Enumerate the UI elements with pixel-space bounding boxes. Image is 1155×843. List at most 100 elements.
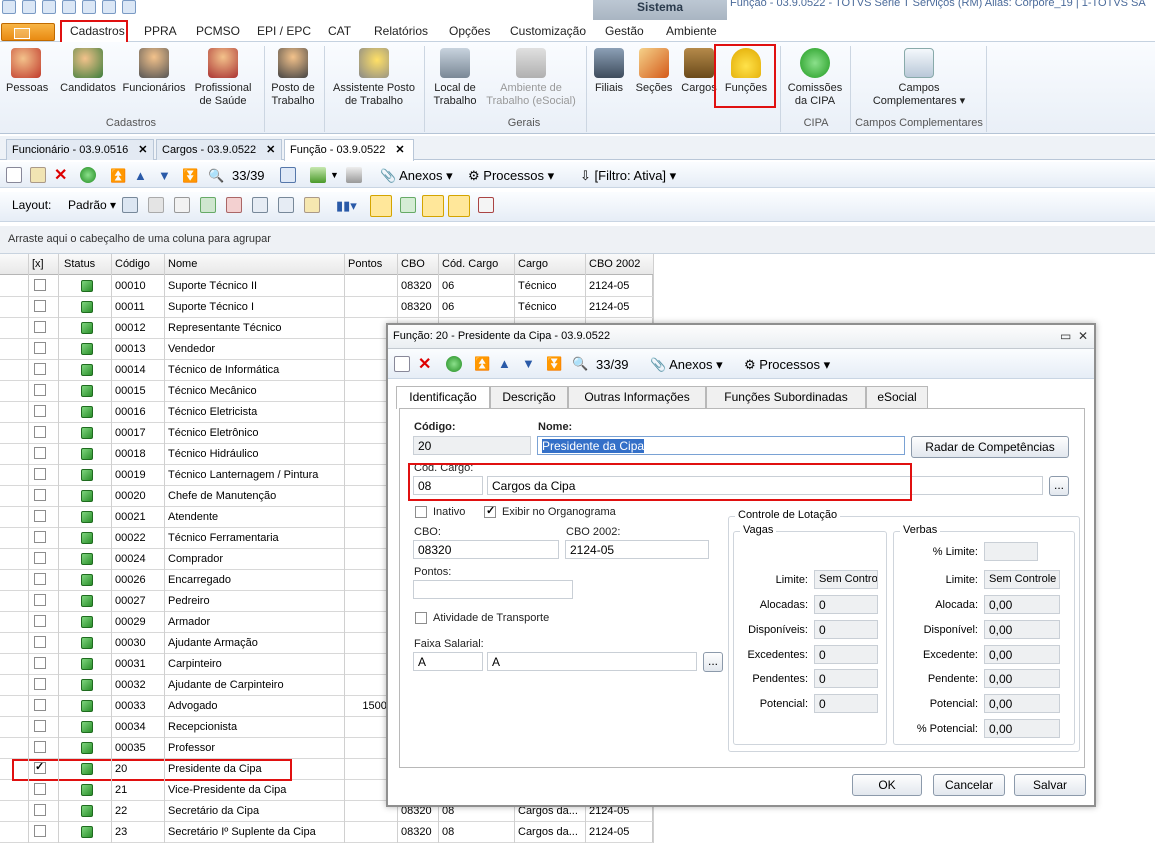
row-checkbox[interactable] [34, 699, 46, 711]
row-checkbox[interactable] [34, 678, 46, 690]
row-checkbox[interactable] [34, 447, 46, 459]
pessoas-button[interactable]: Pessoas [6, 48, 48, 95]
delete-icon[interactable]: ✕ [418, 354, 431, 374]
tab-funcoes-subordinadas[interactable]: Funções Subordinadas [706, 386, 866, 408]
radar-competencias-button[interactable]: Radar de Competências [911, 436, 1069, 458]
filiais-button[interactable]: Filiais [592, 48, 626, 95]
first-record-icon[interactable]: ⏫ [474, 356, 490, 372]
funcionarios-button[interactable]: Funcionários [122, 48, 186, 95]
ok-button[interactable]: OK [852, 774, 922, 796]
grid-icon[interactable] [252, 197, 268, 213]
next-record-icon[interactable]: ▼ [522, 356, 535, 371]
col-header-cod-cargo[interactable]: Cód. Cargo [442, 258, 498, 270]
row-checkbox[interactable] [34, 510, 46, 522]
row-checkbox[interactable] [34, 489, 46, 501]
faixa-salarial-name[interactable]: A [487, 652, 697, 671]
col-header-pontos[interactable]: Pontos [348, 258, 382, 270]
chevron-down-icon[interactable]: ▼ [330, 170, 339, 180]
campos-complementares-button[interactable]: Campos Complementares ▾ [864, 48, 974, 108]
row-checkbox[interactable] [34, 804, 46, 816]
tab-relatorios[interactable]: Relatórios [374, 24, 428, 38]
cbo2002-field[interactable]: 2124-05 [565, 540, 709, 559]
col-header-nome[interactable]: Nome [168, 258, 197, 270]
doc-tab-cargos[interactable]: Cargos - 03.9.0522 ✕ [156, 139, 282, 160]
users-icon[interactable] [82, 0, 96, 14]
local-trabalho-button[interactable]: Local de Trabalho [428, 48, 482, 108]
filter-menu[interactable]: ⇩ [Filtro: Ativa] ▾ [580, 168, 676, 184]
anexos-menu[interactable]: 📎 Anexos ▾ [380, 168, 453, 184]
close-icon[interactable]: ✕ [138, 144, 147, 156]
save-layout-icon[interactable] [122, 197, 138, 213]
row-checkbox[interactable] [34, 321, 46, 333]
close-icon[interactable]: ✕ [395, 144, 404, 156]
processos-menu[interactable]: ⚙ Processos ▾ [468, 168, 554, 184]
nome-field[interactable]: Presidente da Cipa [537, 436, 905, 455]
close-icon[interactable]: ✕ [266, 144, 275, 156]
row-checkbox[interactable] [34, 405, 46, 417]
exibir-organograma-checkbox[interactable] [484, 504, 496, 518]
cargo-lookup-button[interactable]: ... [1049, 476, 1069, 496]
view-list-icon[interactable] [370, 195, 392, 217]
doc-tab-funcionario[interactable]: Funcionário - 03.9.0516 ✕ [6, 139, 154, 160]
form-icon[interactable] [278, 197, 294, 213]
tab-outras-informacoes[interactable]: Outras Informações [568, 386, 706, 408]
row-checkbox[interactable] [34, 825, 46, 837]
next-record-icon[interactable]: ▼ [158, 168, 171, 183]
tab-epi-epc[interactable]: EPI / EPC [257, 24, 311, 38]
atividade-transporte-checkbox[interactable] [415, 612, 427, 624]
row-checkbox[interactable] [34, 636, 46, 648]
prev-record-icon[interactable]: ▲ [134, 168, 147, 183]
row-checkbox[interactable] [34, 720, 46, 732]
execute-icon[interactable] [310, 167, 326, 183]
row-checkbox[interactable] [34, 657, 46, 669]
profissional-saude-button[interactable]: Profissional de Saúde [192, 48, 254, 108]
secoes-button[interactable]: Seções [634, 48, 674, 95]
col-header-select[interactable]: [x] [32, 258, 44, 270]
cbo-field[interactable]: 08320 [413, 540, 559, 559]
row-checkbox[interactable] [34, 552, 46, 564]
delete-layout-icon[interactable] [148, 197, 164, 213]
row-checkbox[interactable] [34, 741, 46, 753]
cargos-button[interactable]: Cargos [680, 48, 718, 95]
export-icon[interactable] [62, 0, 76, 14]
row-checkbox[interactable] [34, 384, 46, 396]
font-icon[interactable] [478, 197, 494, 213]
col-header-codigo[interactable]: Código [115, 258, 150, 270]
dialog-anexos-menu[interactable]: 📎 Anexos ▾ [650, 357, 723, 373]
tab-opcoes[interactable]: Opções [449, 24, 490, 38]
row-checkbox[interactable] [34, 363, 46, 375]
tab-identificacao[interactable]: Identificação [396, 386, 490, 409]
codigo-field[interactable]: 20 [413, 436, 531, 455]
faixa-lookup-button[interactable]: ... [703, 652, 723, 672]
app-orb-icon[interactable] [2, 0, 16, 14]
delete-icon[interactable]: ✕ [54, 165, 67, 185]
row-checkbox[interactable] [34, 594, 46, 606]
table-row[interactable]: 00011 Suporte Técnico I 08320 06 Técnico 2124… [0, 297, 653, 318]
pontos-field[interactable] [413, 580, 573, 599]
binoculars-icon[interactable]: 🔍 [208, 168, 224, 184]
row-checkbox[interactable] [34, 531, 46, 543]
tab-cat[interactable]: CAT [328, 24, 351, 38]
globe-icon[interactable] [102, 0, 116, 14]
row-checkbox[interactable] [34, 468, 46, 480]
window-icon[interactable] [42, 0, 56, 14]
tab-ambiente[interactable]: Ambiente [666, 24, 717, 38]
calendar-icon[interactable] [280, 167, 296, 183]
tab-gestao[interactable]: Gestão [605, 24, 644, 38]
edit-icon[interactable] [30, 167, 46, 183]
dialog-processos-menu[interactable]: ⚙ Processos ▾ [744, 357, 830, 373]
cancelar-button[interactable]: Cancelar [933, 774, 1005, 796]
tab-cadastros[interactable]: Cadastros [70, 24, 125, 38]
row-checkbox[interactable] [34, 426, 46, 438]
doc-tab-funcao[interactable]: Função - 03.9.0522 ✕ [284, 139, 414, 161]
row-checkbox[interactable] [34, 573, 46, 585]
row-checkbox[interactable] [34, 279, 46, 291]
salvar-button[interactable]: Salvar [1014, 774, 1086, 796]
row-checkbox[interactable] [34, 342, 46, 354]
first-record-icon[interactable]: ⏫ [110, 168, 126, 184]
view-detail-icon[interactable] [400, 197, 416, 213]
assistente-posto-button[interactable]: Assistente Posto de Trabalho [330, 48, 418, 108]
binoculars-icon[interactable]: 🔍 [572, 356, 588, 372]
col-header-cbo2002[interactable]: CBO 2002 [589, 258, 640, 270]
col-header-cbo[interactable]: CBO [401, 258, 425, 270]
